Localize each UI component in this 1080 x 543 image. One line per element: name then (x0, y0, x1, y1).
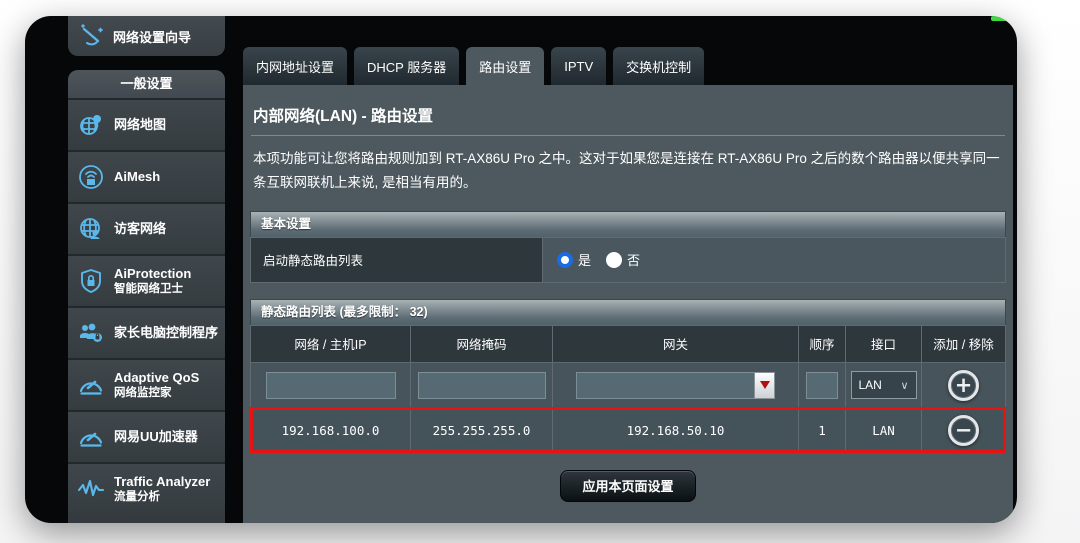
router-admin-window: 网络设置向导 一般设置 网络地图 (25, 16, 1017, 523)
magic-wand-icon (77, 22, 105, 50)
sidebar-item-guest-network[interactable]: 访客网络 (68, 202, 225, 254)
sidebar-item-sublabel: 网络监控家 (114, 386, 199, 400)
sidebar-general-panel: 一般设置 网络地图 (68, 70, 225, 523)
gauge-icon (77, 371, 105, 399)
sidebar-item-label: 家长电脑控制程序 (114, 325, 218, 341)
sidebar-item-label: 网络设置向导 (113, 27, 191, 46)
aimesh-icon (77, 163, 105, 191)
route-ip: 192.168.100.0 (251, 408, 411, 452)
apply-button[interactable]: 应用本页面设置 (560, 470, 695, 502)
chevron-down-icon: ∨ (900, 379, 908, 392)
sidebar-item-aimesh[interactable]: AiMesh (68, 150, 225, 202)
status-led (991, 16, 1011, 21)
gateway-input[interactable] (576, 372, 754, 399)
apply-area: 应用本页面设置 (250, 470, 1006, 502)
tab-lan-ip[interactable]: 内网地址设置 (243, 47, 347, 85)
page-title: 内部网络(LAN) - 路由设置 (253, 104, 1003, 126)
tab-iptv[interactable]: IPTV (551, 47, 606, 85)
tab-switch-control[interactable]: 交换机控制 (613, 47, 704, 85)
sidebar-item-aiprotection[interactable]: AiProtection 智能网络卫士 (68, 254, 225, 306)
gauge-icon (77, 423, 105, 451)
enable-static-route-value: 是 否 (543, 238, 1005, 282)
parental-control-icon (77, 319, 105, 347)
sidebar-item-network-map[interactable]: 网络地图 (68, 98, 225, 150)
red-arrow-down-icon (760, 381, 770, 389)
enable-static-route-label: 启动静态路由列表 (251, 238, 543, 282)
waveform-icon (77, 475, 105, 503)
network-map-icon (77, 111, 105, 139)
sidebar-item-sublabel: 智能网络卫士 (114, 282, 191, 296)
sidebar-item-adaptive-qos[interactable]: Adaptive QoS 网络监控家 (68, 358, 225, 410)
radio-no[interactable]: 否 (606, 250, 640, 269)
guest-network-icon (77, 215, 105, 243)
sidebar-item-setup-wizard[interactable]: 网络设置向导 (68, 16, 225, 56)
col-gateway: 网关 (553, 326, 799, 362)
route-table-header-row: 网络 / 主机IP 网络掩码 网关 顺序 接口 添加 / 移除 (251, 326, 1005, 362)
interface-select[interactable]: LAN ∨ (851, 371, 917, 399)
netmask-input[interactable] (418, 372, 546, 399)
sidebar-item-sublabel: 流量分析 (114, 490, 210, 504)
tab-dhcp-server[interactable]: DHCP 服务器 (354, 47, 459, 85)
metric-input[interactable] (806, 372, 838, 399)
route-input-row: LAN ∨ + (251, 362, 1005, 408)
static-route-list-header: 静态路由列表 (最多限制： 32) (250, 299, 1006, 325)
sidebar-item-label: 访客网络 (114, 221, 166, 237)
gateway-combo (576, 372, 775, 399)
sidebar-section-title: 一般设置 (68, 70, 225, 98)
col-network-host-ip: 网络 / 主机IP (251, 326, 411, 362)
page-description: 本项功能可让您将路由规则加到 RT-AX86U Pro 之中。这对于如果您是连接… (253, 147, 1003, 196)
route-metric: 1 (799, 408, 846, 452)
sidebar-item-label: Traffic Analyzer (114, 474, 210, 490)
col-metric: 顺序 (799, 326, 846, 362)
col-netmask: 网络掩码 (411, 326, 553, 362)
static-route-table: 网络 / 主机IP 网络掩码 网关 顺序 接口 添加 / 移除 (250, 325, 1006, 453)
tab-route[interactable]: 路由设置 (466, 47, 544, 85)
shield-lock-icon (77, 267, 105, 295)
basic-settings-table: 启动静态路由列表 是 否 (250, 237, 1006, 283)
col-add-remove: 添加 / 移除 (922, 326, 1005, 362)
title-divider (251, 135, 1005, 136)
col-interface: 接口 (846, 326, 922, 362)
gateway-dropdown-button[interactable] (754, 372, 775, 399)
sidebar-item-label: Adaptive QoS (114, 370, 199, 386)
interface-select-value: LAN (859, 378, 882, 392)
radio-yes[interactable]: 是 (557, 250, 591, 269)
sidebar-item-parental-control[interactable]: 家长电脑控制程序 (68, 306, 225, 358)
screenshot-stage: 网络设置向导 一般设置 网络地图 (0, 0, 1080, 543)
route-interface: LAN (846, 408, 922, 452)
sidebar-item-label: 网易UU加速器 (114, 429, 198, 445)
sidebar-item-label: AiProtection (114, 266, 191, 282)
lan-tabs: 内网地址设置 DHCP 服务器 路由设置 IPTV 交换机控制 (243, 47, 1013, 85)
sidebar-item-traffic-analyzer[interactable]: Traffic Analyzer 流量分析 (68, 462, 225, 514)
add-route-button[interactable]: + (948, 370, 979, 401)
radio-no-label: 否 (627, 250, 640, 269)
route-row-highlighted: 192.168.100.0 255.255.255.0 192.168.50.1… (251, 408, 1005, 452)
content-panel: 内部网络(LAN) - 路由设置 本项功能可让您将路由规则加到 RT-AX86U… (243, 85, 1013, 523)
route-netmask: 255.255.255.0 (411, 408, 553, 452)
sidebar: 网络设置向导 一般设置 网络地图 (68, 16, 225, 523)
basic-settings-header: 基本设置 (250, 211, 1006, 237)
radio-no-circle[interactable] (606, 252, 622, 268)
remove-route-button[interactable]: − (948, 415, 979, 446)
sidebar-item-label: 网络地图 (114, 117, 166, 133)
sidebar-item-uu-accelerator[interactable]: 网易UU加速器 (68, 410, 225, 462)
ip-input[interactable] (266, 372, 396, 399)
radio-yes-label: 是 (578, 250, 591, 269)
radio-yes-circle[interactable] (557, 252, 573, 268)
sidebar-item-label: AiMesh (114, 169, 160, 185)
route-gateway: 192.168.50.10 (553, 408, 799, 452)
